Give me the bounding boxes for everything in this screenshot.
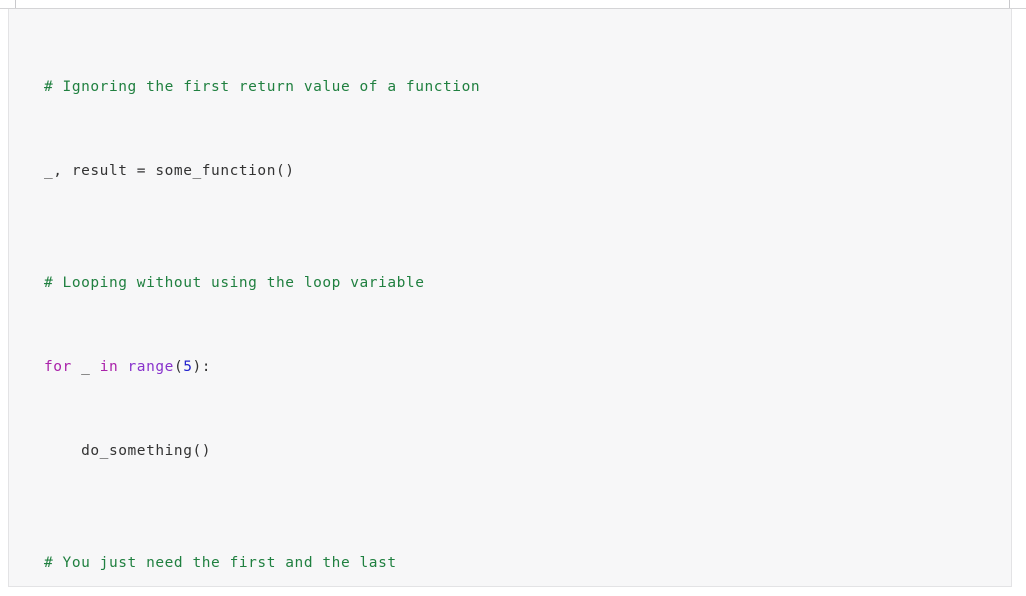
code-token-keyword: for — [44, 359, 72, 375]
code-token-comment: # Ignoring the first return value of a f… — [44, 79, 481, 95]
code-line: # You just need the first and the last — [44, 535, 1011, 586]
page-root: # Ignoring the first return value of a f… — [0, 0, 1026, 596]
code-token-comment: # Looping without using the loop variabl… — [44, 275, 425, 291]
code-line: _, result = some_function() — [44, 143, 1011, 199]
code-token-plain: do_something() — [44, 443, 212, 459]
code-token-builtin: range — [127, 359, 174, 375]
cut-off-element-above — [0, 0, 1026, 9]
code-token-plain: _, result = some_function() — [44, 163, 295, 179]
code-token-comment: # You just need the first and the last — [44, 555, 397, 571]
code-token-plain: _ — [71, 359, 100, 375]
code-block-panel[interactable]: # Ignoring the first return value of a f… — [8, 9, 1012, 587]
cut-off-right-stub — [1009, 0, 1010, 8]
code-line: do_something() — [44, 423, 1011, 479]
code-token-plain: ( — [173, 359, 184, 375]
code-line: # Ignoring the first return value of a f… — [44, 59, 1011, 115]
code-line: # Looping without using the loop variabl… — [44, 255, 1011, 311]
code-token-keyword: in — [99, 359, 119, 375]
code-token-plain: ): — [192, 359, 212, 375]
code-lines-container: # Ignoring the first return value of a f… — [9, 9, 1011, 586]
code-line: for _ in range(5): — [44, 339, 1011, 395]
code-token-number: 5 — [183, 359, 193, 375]
cut-off-left-stub — [15, 0, 16, 8]
